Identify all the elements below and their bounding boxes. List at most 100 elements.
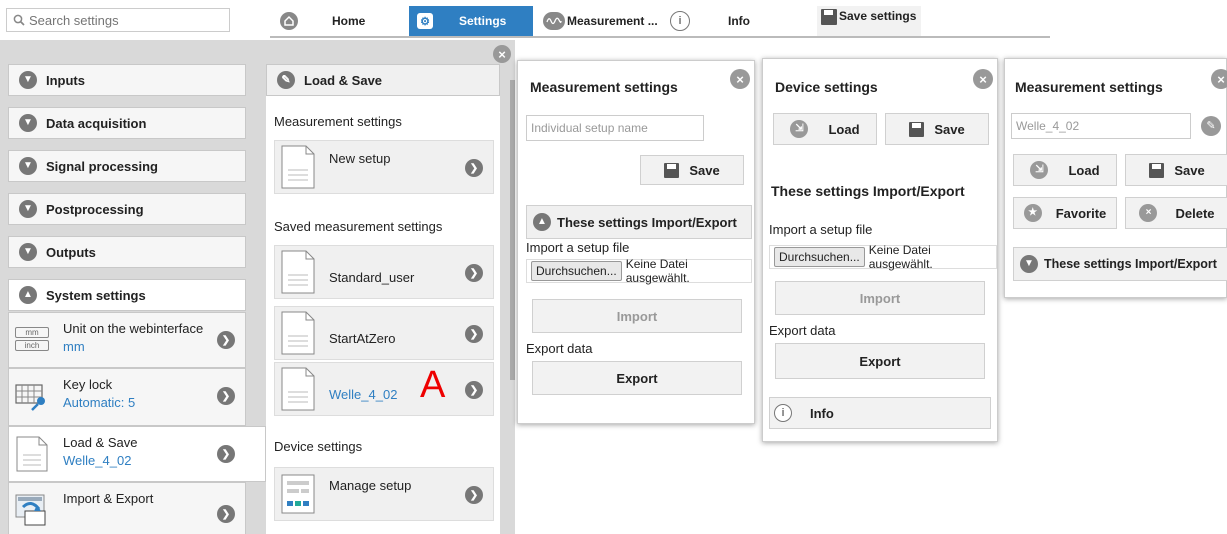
load-label: Load — [828, 121, 860, 137]
annotation-a: A — [420, 364, 446, 406]
import-export-icon — [15, 493, 49, 529]
sidebar-item-load-save[interactable]: Load & Save Welle_4_02 ❯ — [8, 426, 266, 482]
sidebar-item-label: Unit on the webinterface — [63, 321, 204, 336]
info-icon: i — [774, 404, 792, 422]
data-acquisition-button[interactable]: ▼ Data acquisition — [8, 107, 246, 139]
saved-setup-item[interactable]: Standard_user ❯ — [274, 245, 494, 299]
chevron-right-icon: ❯ — [217, 445, 235, 463]
chevron-down-icon: ▼ — [19, 114, 37, 132]
saved-setup-item[interactable]: Welle_4_02 ❯ — [274, 362, 494, 416]
save-settings-button[interactable]: Save settings — [817, 6, 921, 36]
info-tab[interactable]: i Info — [670, 6, 790, 36]
import-button[interactable]: Import — [775, 281, 985, 315]
chevron-right-icon: ❯ — [217, 331, 235, 349]
document-icon — [278, 366, 318, 412]
outputs-button[interactable]: ▼ Outputs — [8, 236, 246, 268]
document-icon — [278, 310, 318, 356]
search-input[interactable] — [6, 8, 230, 32]
import-label: Import a setup file — [526, 240, 630, 255]
browse-button[interactable]: Durchsuchen... — [774, 247, 865, 267]
import-export-header[interactable]: ▲ These settings Import/Export — [526, 205, 752, 239]
signal-processing-button[interactable]: ▼ Signal processing — [8, 150, 246, 182]
scrollbar[interactable] — [510, 80, 515, 380]
import-export-label: These settings Import/Export — [1044, 257, 1217, 271]
close-icon[interactable]: × — [493, 45, 511, 63]
outputs-label: Outputs — [46, 244, 96, 260]
close-icon[interactable]: × — [973, 69, 993, 89]
setup-name-input[interactable]: Welle_4_02 — [1011, 113, 1191, 139]
inputs-button[interactable]: ▼ Inputs — [8, 64, 246, 96]
document-icon — [278, 249, 318, 295]
pencil-icon[interactable]: ✎ — [1201, 116, 1221, 136]
saved-setup-label: Standard_user — [329, 270, 415, 285]
import-export-header[interactable]: ▼ These settings Import/Export — [1013, 247, 1227, 281]
measurement-settings-heading: Measurement settings — [274, 114, 402, 129]
setup-name-input[interactable]: Individual setup name — [526, 115, 704, 141]
sidebar-item-key-lock[interactable]: Key lock Automatic: 5 ❯ — [8, 368, 246, 426]
document-icon — [15, 435, 49, 473]
sidebar-item-import-export[interactable]: Import & Export ❯ — [8, 482, 246, 534]
floppy-icon — [1149, 162, 1165, 178]
load-save-panel: ✎ Load & Save Measurement settings New s… — [266, 64, 500, 534]
new-setup-item[interactable]: New setup ❯ — [274, 140, 494, 194]
sidebar-item-label: Load & Save — [63, 435, 138, 450]
import-export-label: These settings Import/Export — [557, 214, 737, 230]
chevron-up-icon: ▲ — [533, 213, 551, 231]
unit-inch-text: inch — [15, 340, 49, 351]
floppy-icon — [821, 9, 837, 25]
postprocessing-button[interactable]: ▼ Postprocessing — [8, 193, 246, 225]
load-button[interactable]: ⇲ Load — [773, 113, 877, 145]
saved-settings-heading: Saved measurement settings — [274, 219, 443, 234]
save-button[interactable]: Save — [640, 155, 744, 185]
info-button[interactable]: i Info — [769, 397, 991, 429]
close-icon[interactable]: × — [1211, 69, 1227, 89]
star-icon: ★ — [1023, 204, 1042, 222]
system-settings-button[interactable]: ▲ System settings — [8, 279, 246, 311]
keyboard-key-icon — [15, 381, 49, 411]
popup-title: Measurement settings — [1015, 79, 1163, 95]
file-input[interactable]: Durchsuchen... Keine Datei ausgewählt. — [526, 257, 752, 285]
manage-setup-item[interactable]: Manage setup ❯ — [274, 467, 494, 521]
export-label: Export data — [526, 341, 593, 356]
home-tab[interactable]: Home — [280, 6, 400, 36]
delete-label: Delete — [1175, 205, 1215, 221]
saved-setup-label: Welle_4_02 — [329, 387, 398, 402]
chevron-right-icon: ❯ — [465, 381, 483, 399]
sidebar-item-value: Automatic: 5 — [63, 395, 136, 410]
sidebar-item-value: mm — [63, 339, 85, 354]
measurement-settings-popup-right: Measurement settings × Welle_4_02 ✎ ⇲ Lo… — [1004, 58, 1227, 298]
info-icon: i — [670, 11, 690, 31]
save-button[interactable]: Save — [1125, 154, 1227, 186]
sidebar-item-unit[interactable]: mm inch Unit on the webinterface mm ❯ — [8, 312, 246, 368]
load-button[interactable]: ⇲ Load — [1013, 154, 1117, 186]
search-icon — [13, 14, 25, 26]
measurement-tab[interactable]: Measurement ... — [543, 6, 667, 36]
system-settings-label: System settings — [46, 287, 146, 303]
chevron-up-icon: ▲ — [19, 286, 37, 304]
no-file-text: Keine Datei ausgewählt. — [625, 257, 690, 285]
gear-icon: ⚙ — [417, 13, 433, 29]
load-icon: ⇲ — [790, 120, 809, 138]
saved-setup-item[interactable]: StartAtZero ❯ — [274, 306, 494, 360]
search-field[interactable] — [29, 12, 219, 28]
file-input[interactable]: Durchsuchen... Keine Datei ausgewählt. — [769, 243, 997, 271]
info-label: Info — [810, 405, 834, 421]
document-icon — [278, 144, 318, 190]
top-toolbar: Home ⚙ Settings Measurement ... i Info S… — [270, 6, 1050, 38]
popup-title: Measurement settings — [530, 79, 678, 95]
save-button[interactable]: Save — [885, 113, 989, 145]
import-button[interactable]: Import — [532, 299, 742, 333]
close-icon[interactable]: × — [730, 69, 750, 89]
browse-button[interactable]: Durchsuchen... — [531, 261, 622, 281]
export-button[interactable]: Export — [532, 361, 742, 395]
manage-setup-label: Manage setup — [329, 478, 412, 493]
postprocessing-label: Postprocessing — [46, 201, 144, 217]
favorite-button[interactable]: ★ Favorite — [1013, 197, 1117, 229]
delete-button[interactable]: × Delete — [1125, 197, 1227, 229]
inputs-label: Inputs — [46, 72, 85, 88]
settings-tab[interactable]: ⚙ Settings — [409, 6, 533, 36]
popup-title: Device settings — [775, 79, 878, 95]
chevron-right-icon: ❯ — [465, 486, 483, 504]
export-button[interactable]: Export — [775, 343, 985, 379]
chevron-down-icon: ▼ — [19, 157, 37, 175]
